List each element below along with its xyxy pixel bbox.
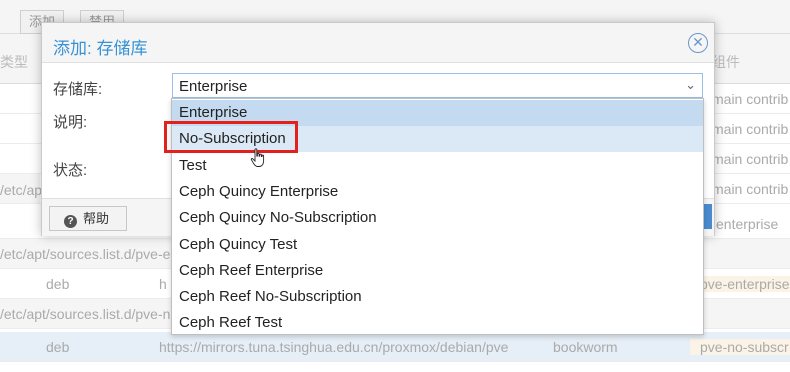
hand-cursor-icon bbox=[250, 148, 265, 167]
row-suite: bookworm bbox=[553, 339, 618, 355]
repository-label: 存储库: bbox=[53, 81, 103, 98]
row-uri: https://mirrors.tuna.tsinghua.edu.cn/pro… bbox=[159, 339, 509, 355]
help-icon: ? bbox=[64, 215, 77, 228]
dialog-title: 添加: 存储库 bbox=[53, 39, 148, 58]
group-label: /etc/apt/sources.list.d/pve-no bbox=[0, 306, 179, 322]
row-components: pve-enterprise bbox=[690, 276, 790, 292]
add-button-edge[interactable] bbox=[704, 204, 712, 229]
row-type: deb bbox=[46, 339, 70, 355]
dropdown-option[interactable]: Ceph Quincy No-Subscription bbox=[172, 205, 703, 231]
table-row[interactable]: deb https://mirrors.tuna.tsinghua.edu.cn… bbox=[0, 332, 790, 362]
highlight-box bbox=[164, 121, 298, 153]
repository-combobox[interactable]: Enterprise ⌄ bbox=[172, 73, 703, 98]
row-components: pve-no-subscr bbox=[690, 339, 790, 355]
row-type: deb bbox=[46, 276, 70, 292]
row-components: main contrib n bbox=[712, 121, 790, 137]
group-row[interactable]: /etc/apt/ bbox=[0, 174, 50, 204]
group-label: /etc/apt/sources.list.d/pve-e bbox=[0, 246, 171, 262]
column-header-type[interactable]: 类型 bbox=[0, 52, 28, 72]
row-components: enterprise bbox=[716, 216, 779, 232]
dropdown-option[interactable]: Ceph Quincy Enterprise bbox=[172, 179, 703, 205]
row-components: main contrib n bbox=[712, 151, 790, 167]
row-components: main contrib n bbox=[712, 181, 790, 197]
dropdown-option[interactable]: Ceph Quincy Test bbox=[172, 232, 703, 258]
dropdown-option[interactable]: Ceph Reef Test bbox=[172, 310, 703, 336]
dropdown-option[interactable]: Ceph Reef Enterprise bbox=[172, 258, 703, 284]
chevron-down-icon[interactable]: ⌄ bbox=[685, 77, 696, 93]
dialog-header: 添加: 存储库 ✕ bbox=[42, 23, 714, 63]
description-label: 说明: bbox=[53, 114, 88, 131]
dropdown-option[interactable]: Ceph Reef No-Subscription bbox=[172, 284, 703, 310]
column-header-components[interactable]: 组件 bbox=[712, 52, 740, 72]
combobox-value: Enterprise bbox=[179, 78, 248, 95]
row-uri: h bbox=[159, 276, 167, 292]
row-components: main contrib n bbox=[712, 91, 790, 107]
close-icon[interactable]: ✕ bbox=[688, 33, 708, 53]
status-label: 状态: bbox=[53, 162, 88, 179]
help-label: 帮助 bbox=[83, 211, 110, 226]
help-button[interactable]: ? 帮助 bbox=[49, 206, 127, 231]
